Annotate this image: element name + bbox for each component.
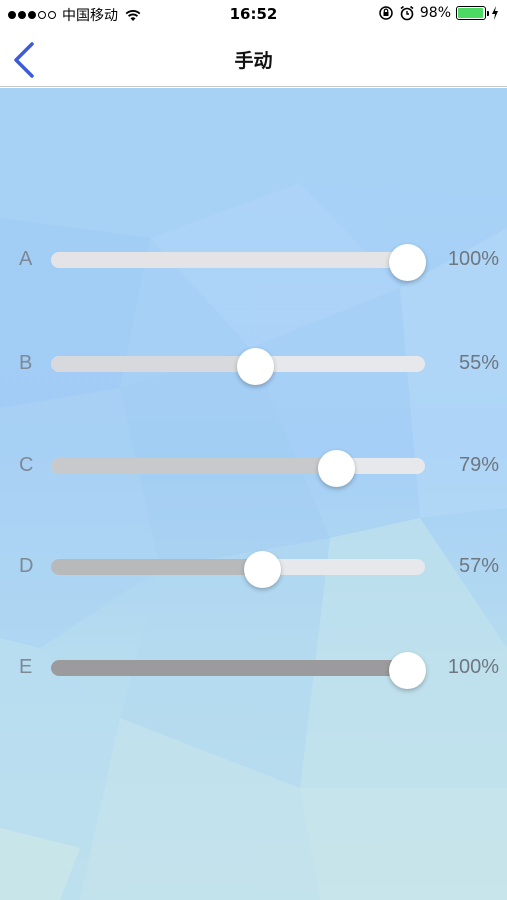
slider-track[interactable] <box>51 348 425 385</box>
slider-label: E <box>19 656 33 678</box>
slider-label: C <box>19 454 34 476</box>
slider-row-c: C 79% <box>0 446 507 487</box>
navigation-bar: 手动 <box>0 30 507 87</box>
slider-fill <box>51 252 407 268</box>
charging-icon <box>492 6 498 20</box>
slider-fill <box>51 356 255 372</box>
battery-percent: 98% <box>419 5 451 21</box>
slider-row-e: E 100% <box>0 648 507 689</box>
slider-row-a: A 100% <box>0 240 507 281</box>
slider-value: 100% <box>447 248 499 270</box>
status-right: 98% <box>378 5 499 21</box>
rotation-lock-icon <box>379 6 393 20</box>
slider-track[interactable] <box>51 244 426 281</box>
slider-value: 55% <box>458 352 499 374</box>
slider-thumb[interactable] <box>389 652 426 689</box>
slider-value: 57% <box>458 555 499 577</box>
status-bar: 中国移动 16:52 98% <box>0 0 507 30</box>
battery-level <box>458 8 484 18</box>
slider-thumb[interactable] <box>236 348 274 385</box>
slider-fill <box>51 458 337 474</box>
slider-thumb[interactable] <box>243 551 281 588</box>
slider-label: B <box>19 352 33 374</box>
slider-label: A <box>19 248 33 270</box>
slider-label: D <box>19 555 34 577</box>
slider-row-d: D 57% <box>0 547 507 588</box>
slider-fill <box>51 559 262 575</box>
slider-fill <box>51 660 407 676</box>
page-title: 手动 <box>234 50 273 72</box>
low-poly-background <box>0 88 507 900</box>
battery-icon <box>456 6 489 20</box>
slider-thumb[interactable] <box>389 244 426 281</box>
slider-track[interactable] <box>51 551 425 588</box>
slider-track[interactable] <box>51 652 426 689</box>
slider-value: 79% <box>458 454 499 476</box>
slider-track[interactable] <box>51 450 425 487</box>
slider-row-b: B 55% <box>0 344 507 385</box>
alarm-icon <box>400 5 414 21</box>
slider-panel: A 100% B 55% C 79% D 57% E 100% <box>0 88 507 900</box>
slider-value: 100% <box>447 656 499 678</box>
slider-thumb[interactable] <box>318 450 356 487</box>
